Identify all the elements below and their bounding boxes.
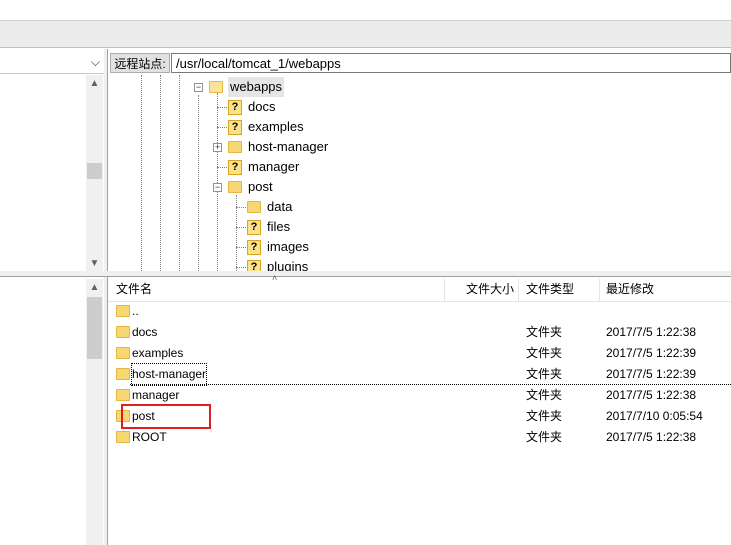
file-type: 文件夹 — [526, 367, 563, 381]
file-modified: 2017/7/5 1:22:38 — [606, 388, 697, 402]
file-name: .. — [132, 304, 139, 318]
collapse-icon[interactable]: − — [213, 183, 222, 192]
folder-icon — [116, 326, 130, 338]
file-name: host-manager — [130, 363, 208, 386]
list-item[interactable]: examples 文件夹 2017/7/5 1:22:39 — [110, 343, 731, 364]
tree-item-images[interactable]: ? images — [108, 237, 731, 257]
file-name: examples — [132, 346, 184, 360]
local-list-scroll-thumb[interactable] — [87, 297, 102, 359]
tree-item-webapps[interactable]: − webapps — [108, 77, 731, 97]
column-header-type[interactable]: 文件类型 — [526, 279, 574, 299]
column-separator[interactable] — [518, 279, 519, 301]
tree-item-label: manager — [248, 159, 300, 174]
tree-item-label: data — [267, 199, 293, 214]
column-separator[interactable] — [599, 279, 600, 301]
tree-connector — [236, 207, 246, 208]
tree-item-label: examples — [248, 119, 304, 134]
remote-tree-pane: − webapps ? docs ? examples + host-manag… — [108, 75, 731, 271]
file-type: 文件夹 — [526, 430, 563, 444]
file-type: 文件夹 — [526, 346, 563, 360]
highlight-annotation-box — [121, 404, 211, 429]
file-modified: 2017/7/5 1:22:39 — [606, 367, 697, 381]
splitter-gap — [104, 49, 107, 545]
local-list-scrollbar[interactable]: ▲ — [86, 279, 103, 545]
local-site-combo[interactable]: ⌵ — [0, 53, 106, 74]
collapse-icon[interactable]: − — [194, 83, 203, 92]
chevron-down-icon[interactable]: ⌵ — [91, 55, 100, 70]
tree-item-post[interactable]: − post — [108, 177, 731, 197]
list-item[interactable]: ROOT 文件夹 2017/7/5 1:22:38 — [110, 427, 731, 448]
list-item[interactable]: host-manager 文件夹 2017/7/5 1:22:39 — [110, 363, 731, 386]
file-name: docs — [132, 325, 158, 339]
list-item[interactable]: docs 文件夹 2017/7/5 1:22:38 — [110, 322, 731, 343]
scroll-up-icon[interactable]: ▲ — [86, 282, 103, 293]
remote-site-label: 远程站点: — [110, 53, 170, 73]
expand-icon[interactable]: + — [213, 143, 222, 152]
column-header-modified[interactable]: 最近修改 — [606, 279, 654, 299]
file-modified: 2017/7/5 1:22:38 — [606, 430, 697, 444]
tree-item-manager[interactable]: ? manager — [108, 157, 731, 177]
folder-icon — [116, 368, 130, 380]
question-folder-icon: ? — [228, 160, 242, 175]
question-folder-icon: ? — [228, 100, 242, 115]
question-folder-icon: ? — [247, 220, 261, 235]
file-modified: 2017/7/10 0:05:54 — [606, 409, 703, 423]
list-item[interactable]: manager 文件夹 2017/7/5 1:22:38 — [110, 385, 731, 406]
question-folder-icon: ? — [228, 120, 242, 135]
file-modified: 2017/7/5 1:22:39 — [606, 346, 697, 360]
list-item-parent[interactable]: .. — [110, 301, 731, 322]
file-type: 文件夹 — [526, 388, 563, 402]
folder-icon — [228, 181, 242, 193]
tree-item-label: files — [267, 219, 291, 234]
folder-open-icon — [209, 81, 223, 93]
scroll-up-icon[interactable]: ▲ — [86, 78, 103, 89]
tree-item-docs[interactable]: ? docs — [108, 97, 731, 117]
tree-item-label: images — [267, 239, 309, 254]
local-tree-scrollbar[interactable]: ▲ ▼ — [86, 75, 103, 273]
column-header-size[interactable]: 文件大小 — [466, 279, 514, 299]
sort-ascending-icon: ˄ — [272, 273, 278, 283]
tree-item-host-manager[interactable]: + host-manager — [108, 137, 731, 157]
question-folder-icon: ? — [247, 240, 261, 255]
tree-item-label: host-manager — [248, 139, 329, 154]
file-type: 文件夹 — [526, 325, 563, 339]
tree-item-label: post — [248, 179, 273, 194]
folder-icon — [247, 201, 261, 213]
question-folder-icon: ? — [247, 260, 261, 271]
file-modified: 2017/7/5 1:22:38 — [606, 325, 697, 339]
tree-item-plugins[interactable]: ? plugins — [108, 257, 731, 271]
tree-connector — [217, 127, 227, 128]
tree-connector — [236, 267, 246, 268]
tree-item-label: webapps — [228, 77, 285, 97]
folder-icon — [116, 347, 130, 359]
file-name: ROOT — [132, 430, 167, 444]
file-type: 文件夹 — [526, 409, 563, 423]
local-tree-scroll-thumb[interactable] — [87, 163, 102, 179]
tree-item-label: plugins — [267, 259, 309, 271]
tree-item-files[interactable]: ? files — [108, 217, 731, 237]
tree-connector — [236, 227, 246, 228]
tree-item-label: docs — [248, 99, 276, 114]
remote-path-input[interactable] — [171, 53, 731, 73]
tree-item-examples[interactable]: ? examples — [108, 117, 731, 137]
tree-item-data[interactable]: data — [108, 197, 731, 217]
folder-icon — [116, 305, 130, 317]
column-header-name[interactable]: 文件名 — [116, 279, 152, 299]
toolbar-band — [0, 20, 731, 48]
scroll-down-icon[interactable]: ▼ — [86, 258, 103, 269]
folder-icon — [116, 431, 130, 443]
tree-connector — [217, 167, 227, 168]
file-name: manager — [132, 388, 180, 402]
tree-connector — [217, 107, 227, 108]
folder-icon — [116, 389, 130, 401]
column-separator[interactable] — [444, 279, 445, 301]
folder-icon — [228, 141, 242, 153]
tree-connector — [236, 247, 246, 248]
